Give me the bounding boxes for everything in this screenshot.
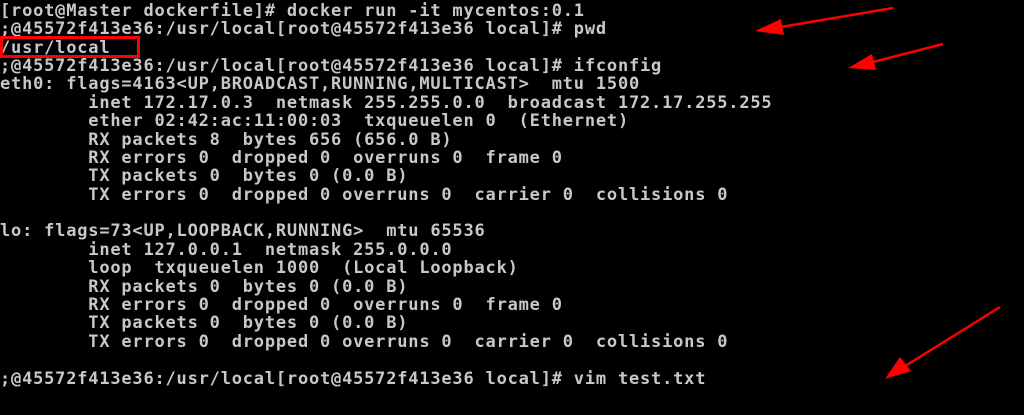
terminal-line-ifconfig-command: ;@45572f413e36:/usr/local[root@45572f413… <box>0 56 663 76</box>
terminal-line-lo-rx-errors: RX errors 0 dropped 0 overruns 0 frame 0 <box>0 295 563 315</box>
terminal-line-lo-tx-packets: TX packets 0 bytes 0 (0.0 B) <box>0 313 409 333</box>
terminal-line-eth0-rx-errors: RX errors 0 dropped 0 overruns 0 frame 0 <box>0 148 563 168</box>
terminal-line-docker-run: [root@Master dockerfile]# docker run -it… <box>0 1 585 21</box>
terminal-window[interactable]: [root@Master dockerfile]# docker run -it… <box>0 0 1024 415</box>
terminal-line-lo-rx-packets: RX packets 0 bytes 0 (0.0 B) <box>0 277 409 297</box>
arrow-vim-annotation <box>885 305 1001 379</box>
terminal-line-eth0-rx-packets: RX packets 8 bytes 656 (656.0 B) <box>0 130 453 150</box>
terminal-line-lo-inet: inet 127.0.0.1 netmask 255.0.0.0 <box>0 240 453 260</box>
terminal-line-lo-flags: lo: flags=73<UP,LOOPBACK,RUNNING> mtu 65… <box>0 221 486 241</box>
terminal-line-vim-command: ;@45572f413e36:/usr/local[root@45572f413… <box>0 369 707 389</box>
terminal-line-eth0-flags: eth0: flags=4163<UP,BROADCAST,RUNNING,MU… <box>0 74 641 94</box>
pwd-output-highlight-box <box>0 36 140 58</box>
arrow-pwd-annotation <box>755 6 894 35</box>
terminal-line-eth0-ether: ether 02:42:ac:11:00:03 txqueuelen 0 (Et… <box>0 111 629 131</box>
terminal-line-eth0-tx-packets: TX packets 0 bytes 0 (0.0 B) <box>0 166 409 186</box>
terminal-line-lo-loop: loop txqueuelen 1000 (Local Loopback) <box>0 258 519 278</box>
terminal-line-eth0-tx-errors: TX errors 0 dropped 0 overruns 0 carrier… <box>0 185 729 205</box>
terminal-line-lo-tx-errors: TX errors 0 dropped 0 overruns 0 carrier… <box>0 332 729 352</box>
arrow-ifconfig-annotation <box>848 42 944 70</box>
terminal-line-eth0-inet: inet 172.17.0.3 netmask 255.255.0.0 broa… <box>0 93 773 113</box>
